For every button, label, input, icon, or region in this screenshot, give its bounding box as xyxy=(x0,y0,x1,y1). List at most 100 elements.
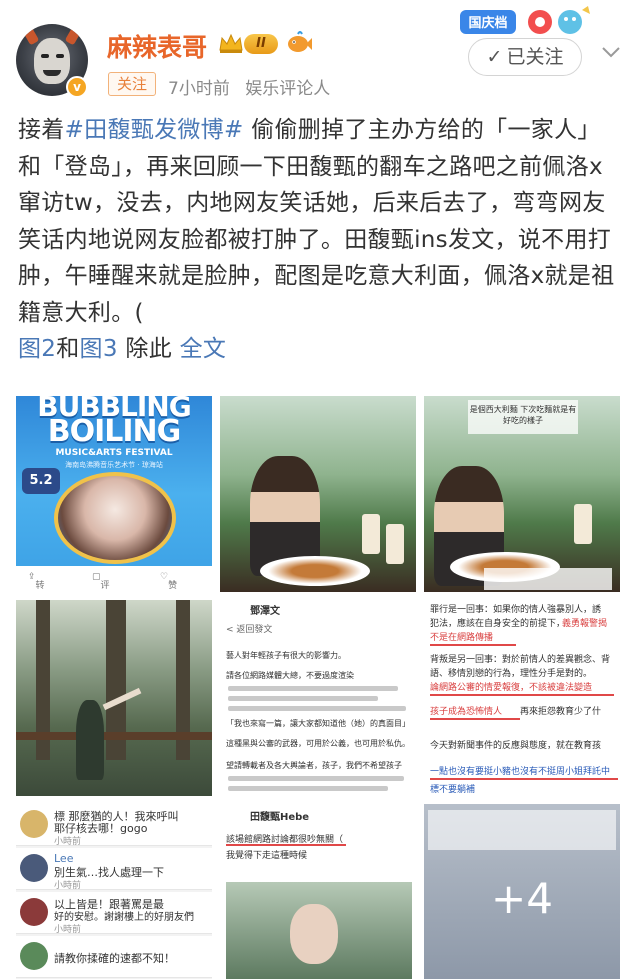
antler-left xyxy=(22,26,40,46)
verified-icon: v xyxy=(66,76,88,98)
image-2-photo[interactable] xyxy=(220,396,416,592)
doc-line: 再來拒怨教育少了什 xyxy=(520,707,602,717)
photo-glass-2 xyxy=(386,524,404,564)
avatar-eye-right xyxy=(56,54,64,58)
chat-time: 小時前 xyxy=(54,925,82,935)
author-name[interactable]: 麻辣表哥 xyxy=(107,28,207,64)
fish-icon xyxy=(288,31,312,52)
chat-time: 小時前 xyxy=(54,881,82,891)
and-text: 和 xyxy=(56,336,80,362)
more-images-count: +4 xyxy=(491,874,553,923)
doc-highlight: 論網路公審的情愛報復，不該被違法變造 xyxy=(430,683,593,693)
post-header: v 麻辣表哥 II 关注 7小时前 娱乐评论人 国庆档 ✓ 已关注 xyxy=(0,0,639,110)
doc-line: 請各位網路媒體大總，不要過度渲染 xyxy=(226,671,354,680)
post-prefix: 接着 xyxy=(18,117,65,143)
red-underline xyxy=(226,844,346,846)
chat-time: 小時前 xyxy=(54,837,82,847)
antler-right xyxy=(64,26,82,46)
insta-name: 田馥甄Hebe xyxy=(250,812,310,823)
image-5-document[interactable]: 鄧澤文 < 返回發文 藝人對年輕孩子有很大的影響力。 請各位網路媒體大總，不要過… xyxy=(220,600,416,796)
avatar-face xyxy=(34,38,70,84)
chat-message: 請教你揉確的速都不知！ xyxy=(54,952,175,965)
chat-message: 好的安慰。謝謝樓上的好朋友們 xyxy=(54,912,194,923)
image-4-photo[interactable] xyxy=(16,600,212,796)
poster-repost: ⇪ 转发 xyxy=(28,572,45,591)
photo-caption-bottom xyxy=(484,568,612,590)
doc-line: 罪行是一回事：如果你的情人強暴別人，誘 xyxy=(430,605,602,615)
poster-title-2: BOILING xyxy=(47,414,182,449)
followed-button[interactable]: ✓ 已关注 xyxy=(468,38,582,76)
chat-avatar xyxy=(20,854,48,882)
chat-row: Lee 別生氣…找人處理一下 小時前 xyxy=(16,848,212,891)
doc-highlight: 孩子成為恐怖情人 xyxy=(430,707,503,717)
doc-highlight: 一點也沒有要挺小豬也沒有不挺周小姐拜託中 xyxy=(430,767,611,777)
red-underline xyxy=(430,778,618,780)
doc-back: < 返回發文 xyxy=(226,625,273,635)
photo-caption: 是個西大利麵 下次吃麵就是有好吃的樣子 xyxy=(468,400,578,434)
poster-date: 5.2 xyxy=(22,468,60,494)
chat-row: 以上皆是！跟著罵是最 好的安慰。謝謝樓上的好朋友們 小時前 xyxy=(16,892,212,935)
image-7-chat[interactable]: 標 那麼猶的人！我來呼叫 耶仔核去哪！gogo 小時前 Lee 別生氣…找人處理… xyxy=(16,804,212,979)
photo-plate xyxy=(260,556,370,586)
image-8-instagram[interactable]: 田馥甄Hebe 該場館網路討論都很吵無關（ 我覺得下走這種時候 xyxy=(220,804,416,979)
doc-highlight: 不是在網路傳播 xyxy=(430,633,494,643)
doc-text-line xyxy=(228,786,388,791)
post-meta: 7小时前 娱乐评论人 xyxy=(168,74,340,99)
doc-line: 「我也來寫一篇，讓大家都知道他（她）的真面目」 xyxy=(226,719,410,728)
image-1-poster[interactable]: BUBBLING BOILING MUSIC&ARTS FESTIVAL 海南岛… xyxy=(16,396,212,592)
doc-highlight: 標不要躺補 xyxy=(430,785,476,795)
photo-figure xyxy=(76,700,104,780)
after-links-text: 除此 xyxy=(117,336,180,362)
chat-avatar xyxy=(20,942,48,970)
chat-avatar xyxy=(20,810,48,838)
follow-tag: 关注 xyxy=(108,72,157,96)
doc-line: 藝人對年輕孩子有很大的影響力。 xyxy=(226,651,346,660)
poster-portrait xyxy=(54,472,176,564)
followed-button-label: 已关注 xyxy=(506,46,564,68)
poster-subtitle: MUSIC&ARTS FESTIVAL xyxy=(55,448,173,458)
poster-like: ♡ 赞 xyxy=(160,572,178,591)
railing xyxy=(16,732,212,740)
doc-line: 這種黑與公審的武器，可用於公義，也可用於私仇。 xyxy=(226,739,410,748)
image-9-more[interactable]: +4 xyxy=(424,804,620,979)
doc-line: 背叛是另一回事：對於前情人的差異觀念、背 xyxy=(430,655,611,665)
doc-text-line xyxy=(228,776,404,781)
photo-glass xyxy=(574,504,592,544)
chat-avatar xyxy=(20,898,48,926)
post-body: 接着#田馥甄发微博# 偷偷删掉了主办方给的「一家人」和「登岛」，再来回顾一下田馥… xyxy=(18,112,623,368)
chat-row: 標 那麼猶的人！我來呼叫 耶仔核去哪！gogo 小時前 xyxy=(16,804,212,847)
figure-3-link[interactable]: 图3 xyxy=(80,336,118,362)
tv-screen xyxy=(428,810,616,850)
topic-link[interactable]: #田馥甄发微博# xyxy=(65,117,244,143)
figure-2-link[interactable]: 图2 xyxy=(18,336,56,362)
avatar-eye-left xyxy=(41,54,49,58)
crown-icon xyxy=(219,33,243,53)
full-text-link[interactable]: 全文 xyxy=(180,336,227,362)
red-underline xyxy=(430,718,520,720)
poster-comment: ▢ 评论 xyxy=(92,572,110,591)
doc-highlight: 義勇報警揭 xyxy=(562,619,608,629)
check-icon: ✓ xyxy=(486,46,503,68)
doc-line: 語、移情別戀的行為，理性分手是對的。 xyxy=(430,669,593,679)
red-underline xyxy=(430,644,516,646)
doc-line: 犯法，應該在自身安全的前提下， xyxy=(430,619,566,629)
post-text: 偷偷删掉了主办方给的「一家人」和「登岛」，再来回顾一下田馥甄的翻车之路吧之前佩洛… xyxy=(18,117,615,326)
doc-text-line xyxy=(228,696,378,701)
chevron-down-icon[interactable] xyxy=(598,40,624,64)
image-grid: BUBBLING BOILING MUSIC&ARTS FESTIVAL 海南岛… xyxy=(16,396,622,979)
poster-action-bar: ⇪ 转发 ▢ 评论 ♡ 赞 xyxy=(16,566,212,592)
image-6-document[interactable]: 罪行是一回事：如果你的情人強暴別人，誘 犯法，應該在自身安全的前提下， 義勇報警… xyxy=(424,600,620,796)
red-underline xyxy=(430,694,614,696)
doc-line: 望請轉載者及各大輿論者，孩子，我們不希望孩子 xyxy=(226,761,402,770)
insta-line: 我覺得下走這種時候 xyxy=(226,851,308,861)
insta-face xyxy=(290,904,338,964)
image-3-photo[interactable]: 是個西大利麵 下次吃麵就是有好吃的樣子 xyxy=(424,396,620,592)
photo-glass xyxy=(362,514,380,554)
doc-text-line xyxy=(228,706,406,711)
svg-text:国庆档: 国庆档 xyxy=(468,15,507,31)
doc-text-line xyxy=(228,686,398,691)
doc-author: 鄧澤文 xyxy=(250,606,280,617)
chat-row: 請教你揉確的速都不知！ xyxy=(16,936,212,978)
author-category: 娱乐评论人 xyxy=(245,79,331,99)
level-badge: II xyxy=(244,34,278,54)
